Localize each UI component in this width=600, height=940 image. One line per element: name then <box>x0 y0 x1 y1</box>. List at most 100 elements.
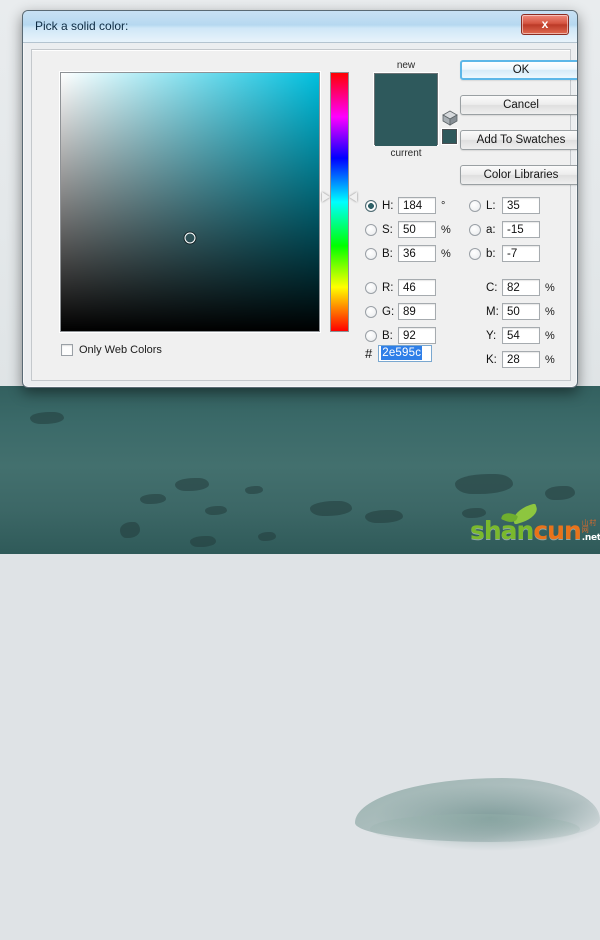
dialog-titlebar[interactable]: Pick a solid color: x <box>23 11 577 43</box>
label-hsb-h: H: <box>382 199 394 212</box>
cancel-button[interactable]: Cancel <box>460 95 577 115</box>
new-color-label: new <box>396 60 416 71</box>
unit-hsb-s: % <box>441 223 451 236</box>
input-rgb-g[interactable] <box>398 303 436 320</box>
field-row-lab-a: a: <box>469 220 540 239</box>
whale-shark-belly <box>370 814 580 844</box>
fish-silhouette <box>175 478 209 491</box>
field-row-rgb-g: G: <box>365 302 436 321</box>
field-row-rgb-r: R: <box>365 278 436 297</box>
close-button[interactable]: x <box>521 14 569 35</box>
ok-button[interactable]: OK <box>460 60 577 80</box>
label-lab-a: a: <box>486 223 496 236</box>
preview-swatches[interactable] <box>374 73 438 146</box>
fish-silhouette <box>30 412 64 424</box>
hue-slider[interactable] <box>322 72 357 332</box>
input-hsb-b[interactable] <box>398 245 436 262</box>
label-rgb-b: B: <box>382 329 393 342</box>
field-black-layer <box>61 73 319 331</box>
radio-hsb-h[interactable] <box>365 199 377 212</box>
fish-silhouette <box>455 474 513 494</box>
alt-color-swatch[interactable] <box>442 129 457 144</box>
current-color-label: current <box>390 148 422 159</box>
input-cmyk-c[interactable] <box>502 279 540 296</box>
only-web-colors-label: Only Web Colors <box>79 344 162 356</box>
label-hsb-b: B: <box>382 247 393 260</box>
field-row-rgb-b: B: <box>365 326 436 345</box>
label-hsb-s: S: <box>382 223 393 236</box>
watermark-cun: cun <box>533 516 581 545</box>
fish-silhouette <box>545 486 575 500</box>
input-rgb-r[interactable] <box>398 279 436 296</box>
dialog-title: Pick a solid color: <box>35 19 129 33</box>
field-row-cmyk-k: K:% <box>469 350 555 369</box>
radio-lab-a[interactable] <box>469 223 481 236</box>
radio-rgb-b[interactable] <box>365 329 377 342</box>
label-lab-b: b: <box>486 247 496 260</box>
field-row-lab-l: L: <box>469 196 540 215</box>
watermark-side: 山村网 .net <box>582 520 600 543</box>
hex-field-row[interactable]: # 2e595c <box>365 345 433 362</box>
dialog-body: Only Web Colors new current OK Cancel Ad… <box>31 49 577 381</box>
radio-hsb-s[interactable] <box>365 223 377 236</box>
fish-silhouette <box>205 506 227 515</box>
label-rgb-r: R: <box>382 281 394 294</box>
radio-hsb-b[interactable] <box>365 247 377 260</box>
input-cmyk-y[interactable] <box>502 327 540 344</box>
unit-hsb-h: ° <box>441 199 446 212</box>
hex-value: 2e595c <box>381 346 423 360</box>
fish-silhouette <box>258 532 276 541</box>
unit-cmyk-k: % <box>545 353 555 366</box>
input-cmyk-m[interactable] <box>502 303 540 320</box>
fish-silhouette <box>190 536 216 547</box>
field-row-hsb-s: S:% <box>365 220 451 239</box>
hex-hash-label: # <box>365 346 373 361</box>
input-rgb-b[interactable] <box>398 327 436 344</box>
field-row-lab-b: b: <box>469 244 540 263</box>
unit-hsb-b: % <box>441 247 451 260</box>
only-web-colors-checkbox[interactable]: Only Web Colors <box>61 344 162 356</box>
unit-cmyk-m: % <box>545 305 555 318</box>
color-libraries-button[interactable]: Color Libraries <box>460 165 577 185</box>
field-row-cmyk-m: M:% <box>469 302 555 321</box>
field-row-hsb-h: H: ° <box>365 196 445 215</box>
label-cmyk-c: C: <box>486 281 498 294</box>
fish-silhouette <box>245 486 263 494</box>
label-lab-l: L: <box>486 199 496 212</box>
hue-slider-handle-left[interactable] <box>322 191 330 202</box>
field-row-cmyk-y: Y:% <box>469 326 555 345</box>
watermark-net-text: .net <box>581 533 600 543</box>
current-color-swatch[interactable] <box>375 110 437 146</box>
add-to-swatches-button[interactable]: Add To Swatches <box>460 130 577 150</box>
fish-silhouette <box>140 494 166 504</box>
unit-cmyk-c: % <box>545 281 555 294</box>
radio-rgb-g[interactable] <box>365 305 377 318</box>
hex-input[interactable]: 2e595c <box>378 345 433 362</box>
fish-silhouette <box>120 522 140 538</box>
gamut-warning-group <box>442 110 460 144</box>
watermark-shan: shan <box>470 516 534 545</box>
radio-lab-b[interactable] <box>469 247 481 260</box>
label-rgb-g: G: <box>382 305 395 318</box>
watermark-cn-text: 山村网 <box>581 519 597 534</box>
cube-icon[interactable] <box>442 110 458 126</box>
input-lab-a[interactable] <box>502 221 540 238</box>
new-color-swatch[interactable] <box>375 74 437 110</box>
label-cmyk-y: Y: <box>486 329 497 342</box>
radio-rgb-r[interactable] <box>365 281 377 294</box>
hue-slider-handle-right[interactable] <box>349 191 357 202</box>
saturation-brightness-field[interactable] <box>60 72 320 332</box>
input-lab-b[interactable] <box>502 245 540 262</box>
unit-cmyk-y: % <box>545 329 555 342</box>
field-row-hsb-b: B:% <box>365 244 451 263</box>
input-lab-l[interactable] <box>502 197 540 214</box>
input-hsb-h[interactable] <box>398 197 436 214</box>
input-cmyk-k[interactable] <box>502 351 540 368</box>
color-preview: new current <box>360 60 452 159</box>
label-cmyk-k: K: <box>486 353 497 366</box>
radio-lab-l[interactable] <box>469 199 481 212</box>
fish-silhouette <box>365 510 403 523</box>
checkbox-box[interactable] <box>61 344 73 356</box>
color-field-marker[interactable] <box>184 232 196 244</box>
input-hsb-s[interactable] <box>398 221 436 238</box>
